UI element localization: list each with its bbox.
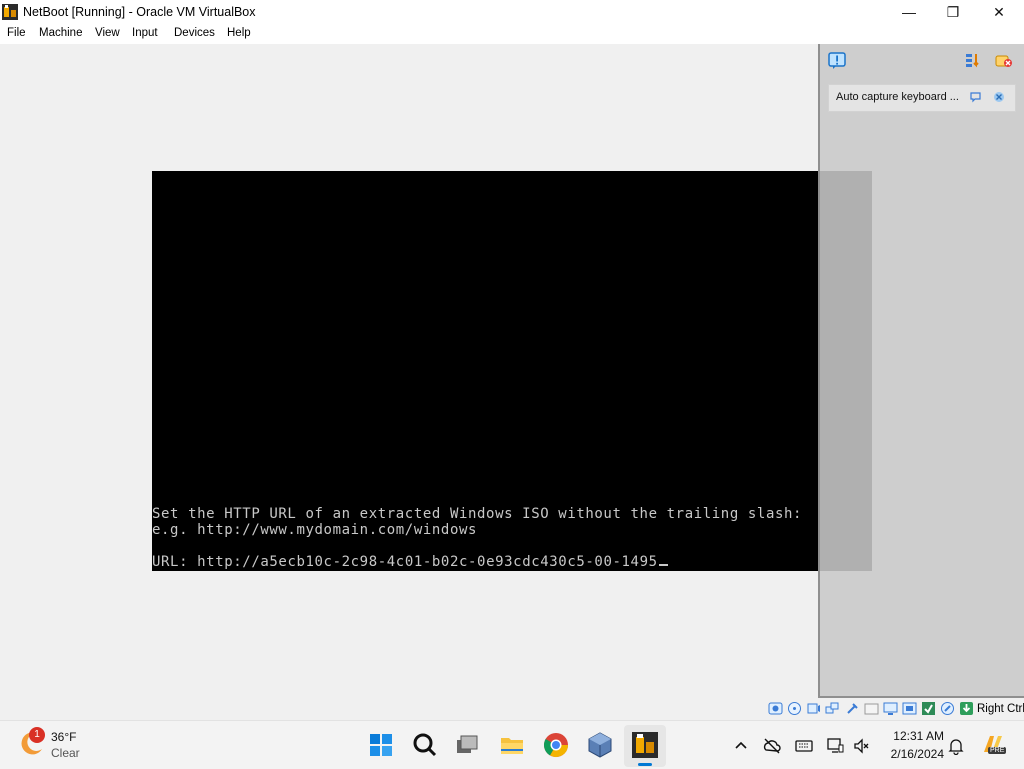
notification-message: Auto capture keyboard ... [836, 91, 959, 103]
url-prompt-label: URL: [152, 554, 198, 570]
sort-notifications-icon[interactable] [964, 52, 982, 70]
notification-center-icon[interactable] [828, 52, 846, 70]
console-url-line[interactable]: URL: http://a5ecb10c-2c98-4c01-b02c-0e93… [152, 554, 872, 570]
mouse-integration-icon[interactable] [940, 701, 955, 716]
start-button-icon[interactable] [367, 731, 395, 759]
url-input-value[interactable]: http://a5ecb10c-2c98-4c01-b02c-0e93cdc43… [197, 554, 657, 570]
virtualbox-taskbar-icon[interactable] [586, 731, 614, 759]
window-title-bar[interactable]: NetBoot [Running] - Oracle VM VirtualBox… [0, 0, 1024, 24]
window-title: NetBoot [Running] - Oracle VM VirtualBox [23, 5, 256, 19]
weather-condition: Clear [51, 746, 80, 760]
minimize-icon: — [902, 4, 916, 20]
close-icon: ✕ [993, 3, 1005, 20]
menu-input[interactable]: Input [132, 27, 158, 39]
copilot-preview-badge: PRE [988, 747, 1007, 754]
text-cursor [658, 564, 668, 566]
display-settings-icon[interactable] [826, 737, 844, 755]
guest-additions-icon[interactable] [921, 701, 936, 716]
netboot-taskbar-button[interactable] [624, 725, 666, 767]
host-key-arrow-icon[interactable] [959, 701, 974, 716]
weather-badge: 1 [29, 727, 45, 743]
notification-center-panel: Auto capture keyboard ... [818, 44, 1024, 698]
shared-folders-icon[interactable] [864, 701, 879, 716]
task-view-icon[interactable] [453, 731, 481, 759]
vm-status-bar: Right Ctrl [0, 698, 1024, 720]
vm-guest-screen[interactable]: Set the HTTP URL of an extracted Windows… [152, 171, 872, 571]
usb-icon[interactable] [845, 701, 860, 716]
network-icon[interactable] [825, 701, 840, 716]
volume-muted-icon[interactable] [853, 737, 871, 755]
menu-view[interactable]: View [95, 27, 120, 39]
help-icon[interactable] [970, 91, 982, 103]
recording-icon[interactable] [902, 701, 917, 716]
menu-machine[interactable]: Machine [39, 27, 82, 39]
search-icon[interactable] [411, 731, 439, 759]
virtualbox-app-icon [2, 4, 18, 20]
dismiss-all-notifications-icon[interactable] [995, 52, 1013, 70]
menu-devices[interactable]: Devices [174, 27, 215, 39]
audio-icon[interactable] [806, 701, 821, 716]
file-explorer-icon[interactable] [498, 731, 526, 759]
host-key-label[interactable]: Right Ctrl [977, 703, 1024, 715]
active-window-indicator [638, 763, 652, 766]
console-instruction-line: Set the HTTP URL of an extracted Windows… [152, 506, 803, 522]
weather-temperature: 36°F [51, 730, 77, 744]
copilot-icon [984, 736, 1002, 752]
clock-time: 12:31 AM [893, 729, 944, 743]
windows-taskbar: 1 36°F Clear 12:31 AM 2/16/2024 PRE [0, 720, 1024, 769]
optical-drive-icon[interactable] [787, 701, 802, 716]
minimize-button[interactable]: — [886, 0, 932, 24]
onedrive-offline-icon[interactable] [763, 737, 781, 755]
chrome-icon[interactable] [542, 731, 570, 759]
close-notification-icon[interactable] [993, 91, 1005, 103]
chevron-up-icon[interactable] [732, 737, 750, 755]
copilot-button[interactable]: PRE [980, 732, 1007, 758]
menu-file[interactable]: File [7, 27, 26, 39]
console-example-line: e.g. http://www.mydomain.com/windows [152, 522, 478, 538]
maximize-icon: ❐ [946, 3, 960, 20]
clock-date: 2/16/2024 [890, 747, 944, 761]
close-button[interactable]: ✕ [976, 0, 1022, 24]
netboot-app-icon [632, 732, 658, 758]
notification-card[interactable]: Auto capture keyboard ... [828, 84, 1016, 112]
keyboard-icon[interactable] [795, 737, 813, 755]
notification-bell-icon[interactable] [947, 737, 965, 755]
maximize-button[interactable]: ❐ [930, 0, 976, 24]
menu-help[interactable]: Help [227, 27, 251, 39]
hard-disk-icon[interactable] [768, 701, 783, 716]
menu-bar: File Machine View Input Devices Help [0, 24, 1024, 44]
display-icon[interactable] [883, 701, 898, 716]
